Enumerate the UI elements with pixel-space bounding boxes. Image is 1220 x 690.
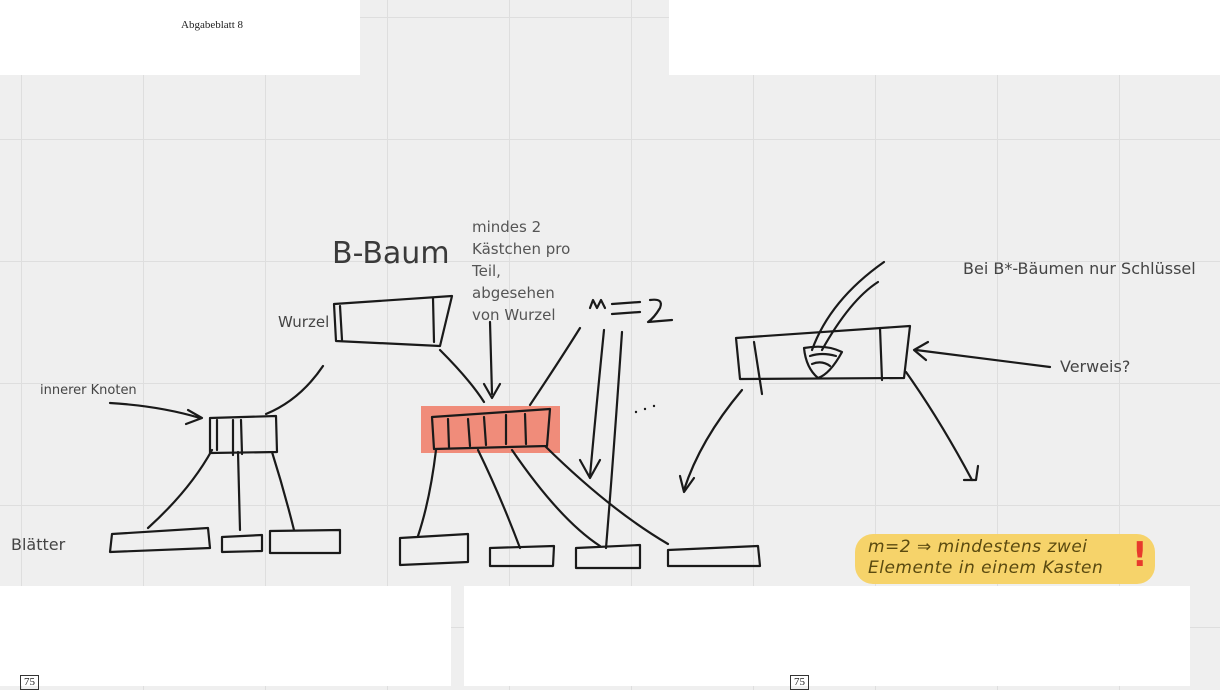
pointer-label: Verweis? [1060, 357, 1131, 376]
right-node-right-edge [904, 370, 974, 482]
middle-node-div1 [446, 417, 451, 449]
two-digit [646, 298, 674, 324]
m-edge-1 [588, 328, 606, 478]
leaf-left-3 [268, 528, 342, 555]
edge-middle-leaf1 [416, 448, 438, 538]
inner-node-label: innerer Knoten [40, 383, 137, 398]
root-node-divider-2 [431, 296, 436, 344]
hand-drawing-canvas[interactable] [0, 0, 1220, 686]
root-label: Wurzel [278, 313, 330, 331]
edge-left-leaf1 [146, 448, 214, 530]
right-node-key-scribble [802, 345, 844, 380]
leaf-mid-3 [574, 543, 642, 570]
right-node [734, 324, 912, 381]
leaf-left-1 [108, 526, 212, 554]
inner-node-left [208, 414, 279, 455]
dot-2 [643, 407, 647, 411]
leaf-mid-4 [666, 544, 762, 568]
note-text: mindes 2 Kästchen pro Teil, abgesehen vo… [472, 218, 571, 324]
verweis-arrow [914, 348, 1052, 369]
edge-middle-up-right [528, 326, 582, 407]
edge-root-middle [438, 348, 486, 404]
bstar-note: Bei B*-Bäumen nur Schlüssel [963, 259, 1196, 278]
innerer-arrow [108, 401, 202, 420]
root-node-divider-1 [338, 304, 344, 342]
leaves-label: Blätter [11, 535, 66, 554]
right-node-left-edge [682, 388, 744, 492]
note-arrow [488, 320, 494, 396]
edge-middle-leaf3 [510, 448, 602, 548]
right-node-div2 [878, 326, 884, 382]
edge-root-left [264, 364, 325, 416]
dot-3 [652, 404, 656, 408]
edge-middle-leaf2 [476, 448, 522, 550]
m-edge-2 [604, 330, 624, 550]
dot-1 [634, 410, 638, 414]
right-node-div1 [752, 340, 764, 396]
middle-node-div2 [466, 417, 472, 448]
middle-node-div3 [482, 415, 488, 447]
leaf-mid-1 [398, 532, 470, 567]
edge-left-leaf3 [270, 450, 296, 532]
leaf-mid-2 [488, 544, 556, 568]
equals-sign [610, 300, 642, 316]
edge-left-leaf2 [236, 450, 242, 532]
leaf-left-2 [220, 533, 264, 554]
inner-node-left-div3 [239, 418, 244, 456]
m-letter [588, 298, 607, 310]
middle-node-div5 [523, 412, 528, 446]
diagram-title: B-Baum [332, 236, 450, 271]
right-node-top-line1 [810, 260, 886, 352]
